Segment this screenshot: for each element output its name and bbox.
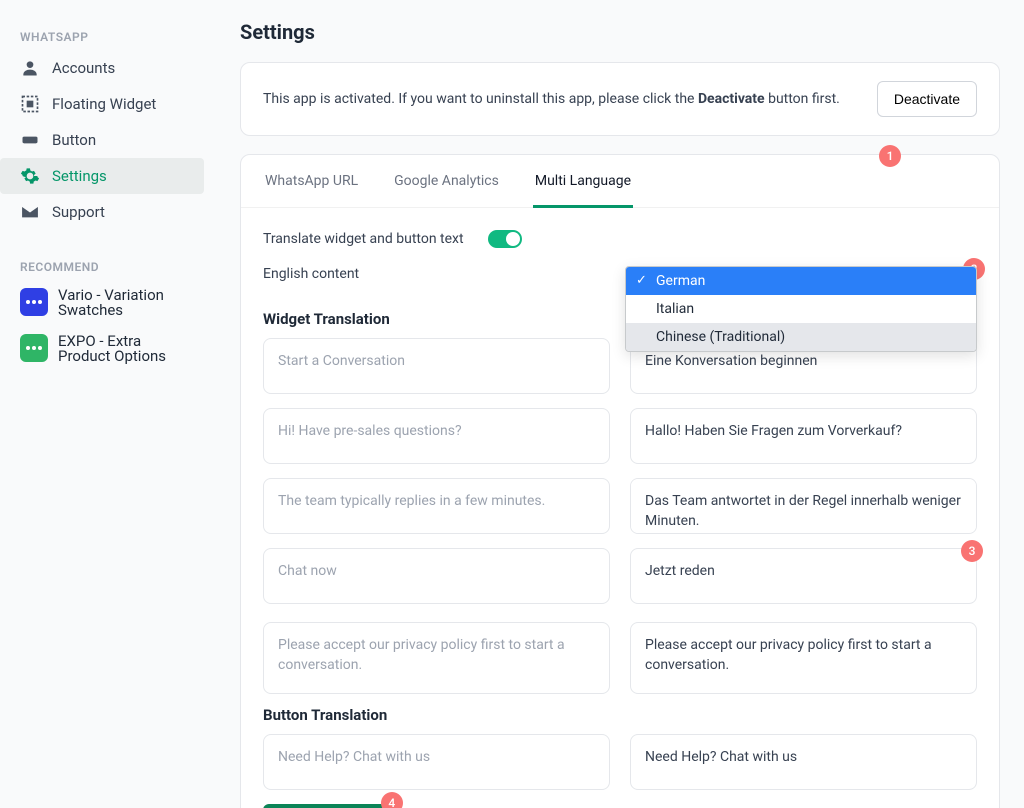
tgt-chat-now[interactable] [630, 548, 977, 604]
sidebar-item-label: Settings [52, 169, 107, 184]
tgt-privacy[interactable] [630, 622, 977, 694]
widget-translation-grid: 3 [263, 338, 977, 694]
widget-icon [20, 94, 40, 114]
tgt-reply-time[interactable] [630, 478, 977, 534]
sidebar-rec-label: EXPO - Extra Product Options [58, 334, 188, 364]
translate-toggle-row: Translate widget and button text [263, 230, 977, 248]
sidebar-item-floating-widget[interactable]: Floating Widget [0, 86, 204, 122]
sidebar-item-support[interactable]: Support [0, 194, 204, 230]
expo-icon [20, 334, 48, 362]
sidebar-item-button[interactable]: Button [0, 122, 204, 158]
deactivate-button[interactable]: Deactivate [877, 81, 977, 117]
sidebar-rec-label: Vario - Variation Swatches [58, 288, 188, 318]
tabs: WhatsApp URL Google Analytics Multi Lang… [241, 155, 999, 208]
page-title: Settings [240, 20, 1000, 44]
step-badge-4: 4 [381, 792, 403, 808]
step-badge-3: 3 [961, 540, 983, 562]
activation-card: This app is activated. If you want to un… [240, 62, 1000, 136]
sidebar-rec-expo[interactable]: EXPO - Extra Product Options [0, 326, 204, 372]
tab-google-analytics[interactable]: Google Analytics [392, 155, 501, 208]
sidebar-item-label: Button [52, 133, 96, 148]
dropdown-option-chinese-traditional[interactable]: Chinese (Traditional) [626, 323, 976, 351]
save-button[interactable]: Save Changes [263, 804, 391, 808]
language-dropdown: German Italian Chinese (Traditional) [625, 266, 977, 352]
tgt-need-help[interactable] [630, 734, 977, 790]
sidebar-item-settings[interactable]: Settings [0, 158, 204, 194]
dropdown-option-italian[interactable]: Italian [626, 295, 976, 323]
activation-text: This app is activated. If you want to un… [263, 91, 840, 107]
person-icon [20, 58, 40, 78]
english-content-label: English content [263, 266, 468, 282]
sidebar-item-label: Floating Widget [52, 97, 156, 112]
sidebar-section-recommend: RECOMMEND [0, 254, 204, 280]
button-translation-grid [263, 734, 977, 790]
src-presales [263, 408, 610, 464]
sidebar-section-whatsapp: WHATSAPP [0, 24, 204, 50]
sidebar: WHATSAPP Accounts Floating Widget Button… [0, 0, 210, 808]
src-reply-time [263, 478, 610, 534]
button-translation-heading: Button Translation [263, 706, 977, 724]
tgt-presales[interactable] [630, 408, 977, 464]
src-need-help [263, 734, 610, 790]
tab-multi-language[interactable]: Multi Language [533, 155, 633, 208]
sidebar-item-label: Accounts [52, 61, 115, 76]
sidebar-rec-vario[interactable]: Vario - Variation Swatches [0, 280, 204, 326]
main-content: Settings This app is activated. If you w… [210, 0, 1024, 808]
settings-card: WhatsApp URL Google Analytics Multi Lang… [240, 154, 1000, 808]
gear-icon [20, 166, 40, 186]
vario-icon [20, 288, 48, 316]
dropdown-option-german[interactable]: German [626, 267, 976, 295]
step-badge-1: 1 [879, 145, 901, 167]
tab-whatsapp-url[interactable]: WhatsApp URL [263, 155, 360, 208]
tab-content: Translate widget and button text English… [241, 208, 999, 808]
translate-toggle[interactable] [488, 230, 522, 248]
translate-label: Translate widget and button text [263, 231, 468, 247]
button-icon [20, 130, 40, 150]
sidebar-item-accounts[interactable]: Accounts [0, 50, 204, 86]
src-start-conversation [263, 338, 610, 394]
src-privacy [263, 622, 610, 694]
src-chat-now [263, 548, 610, 604]
sidebar-item-label: Support [52, 205, 105, 220]
envelope-icon [20, 202, 40, 222]
